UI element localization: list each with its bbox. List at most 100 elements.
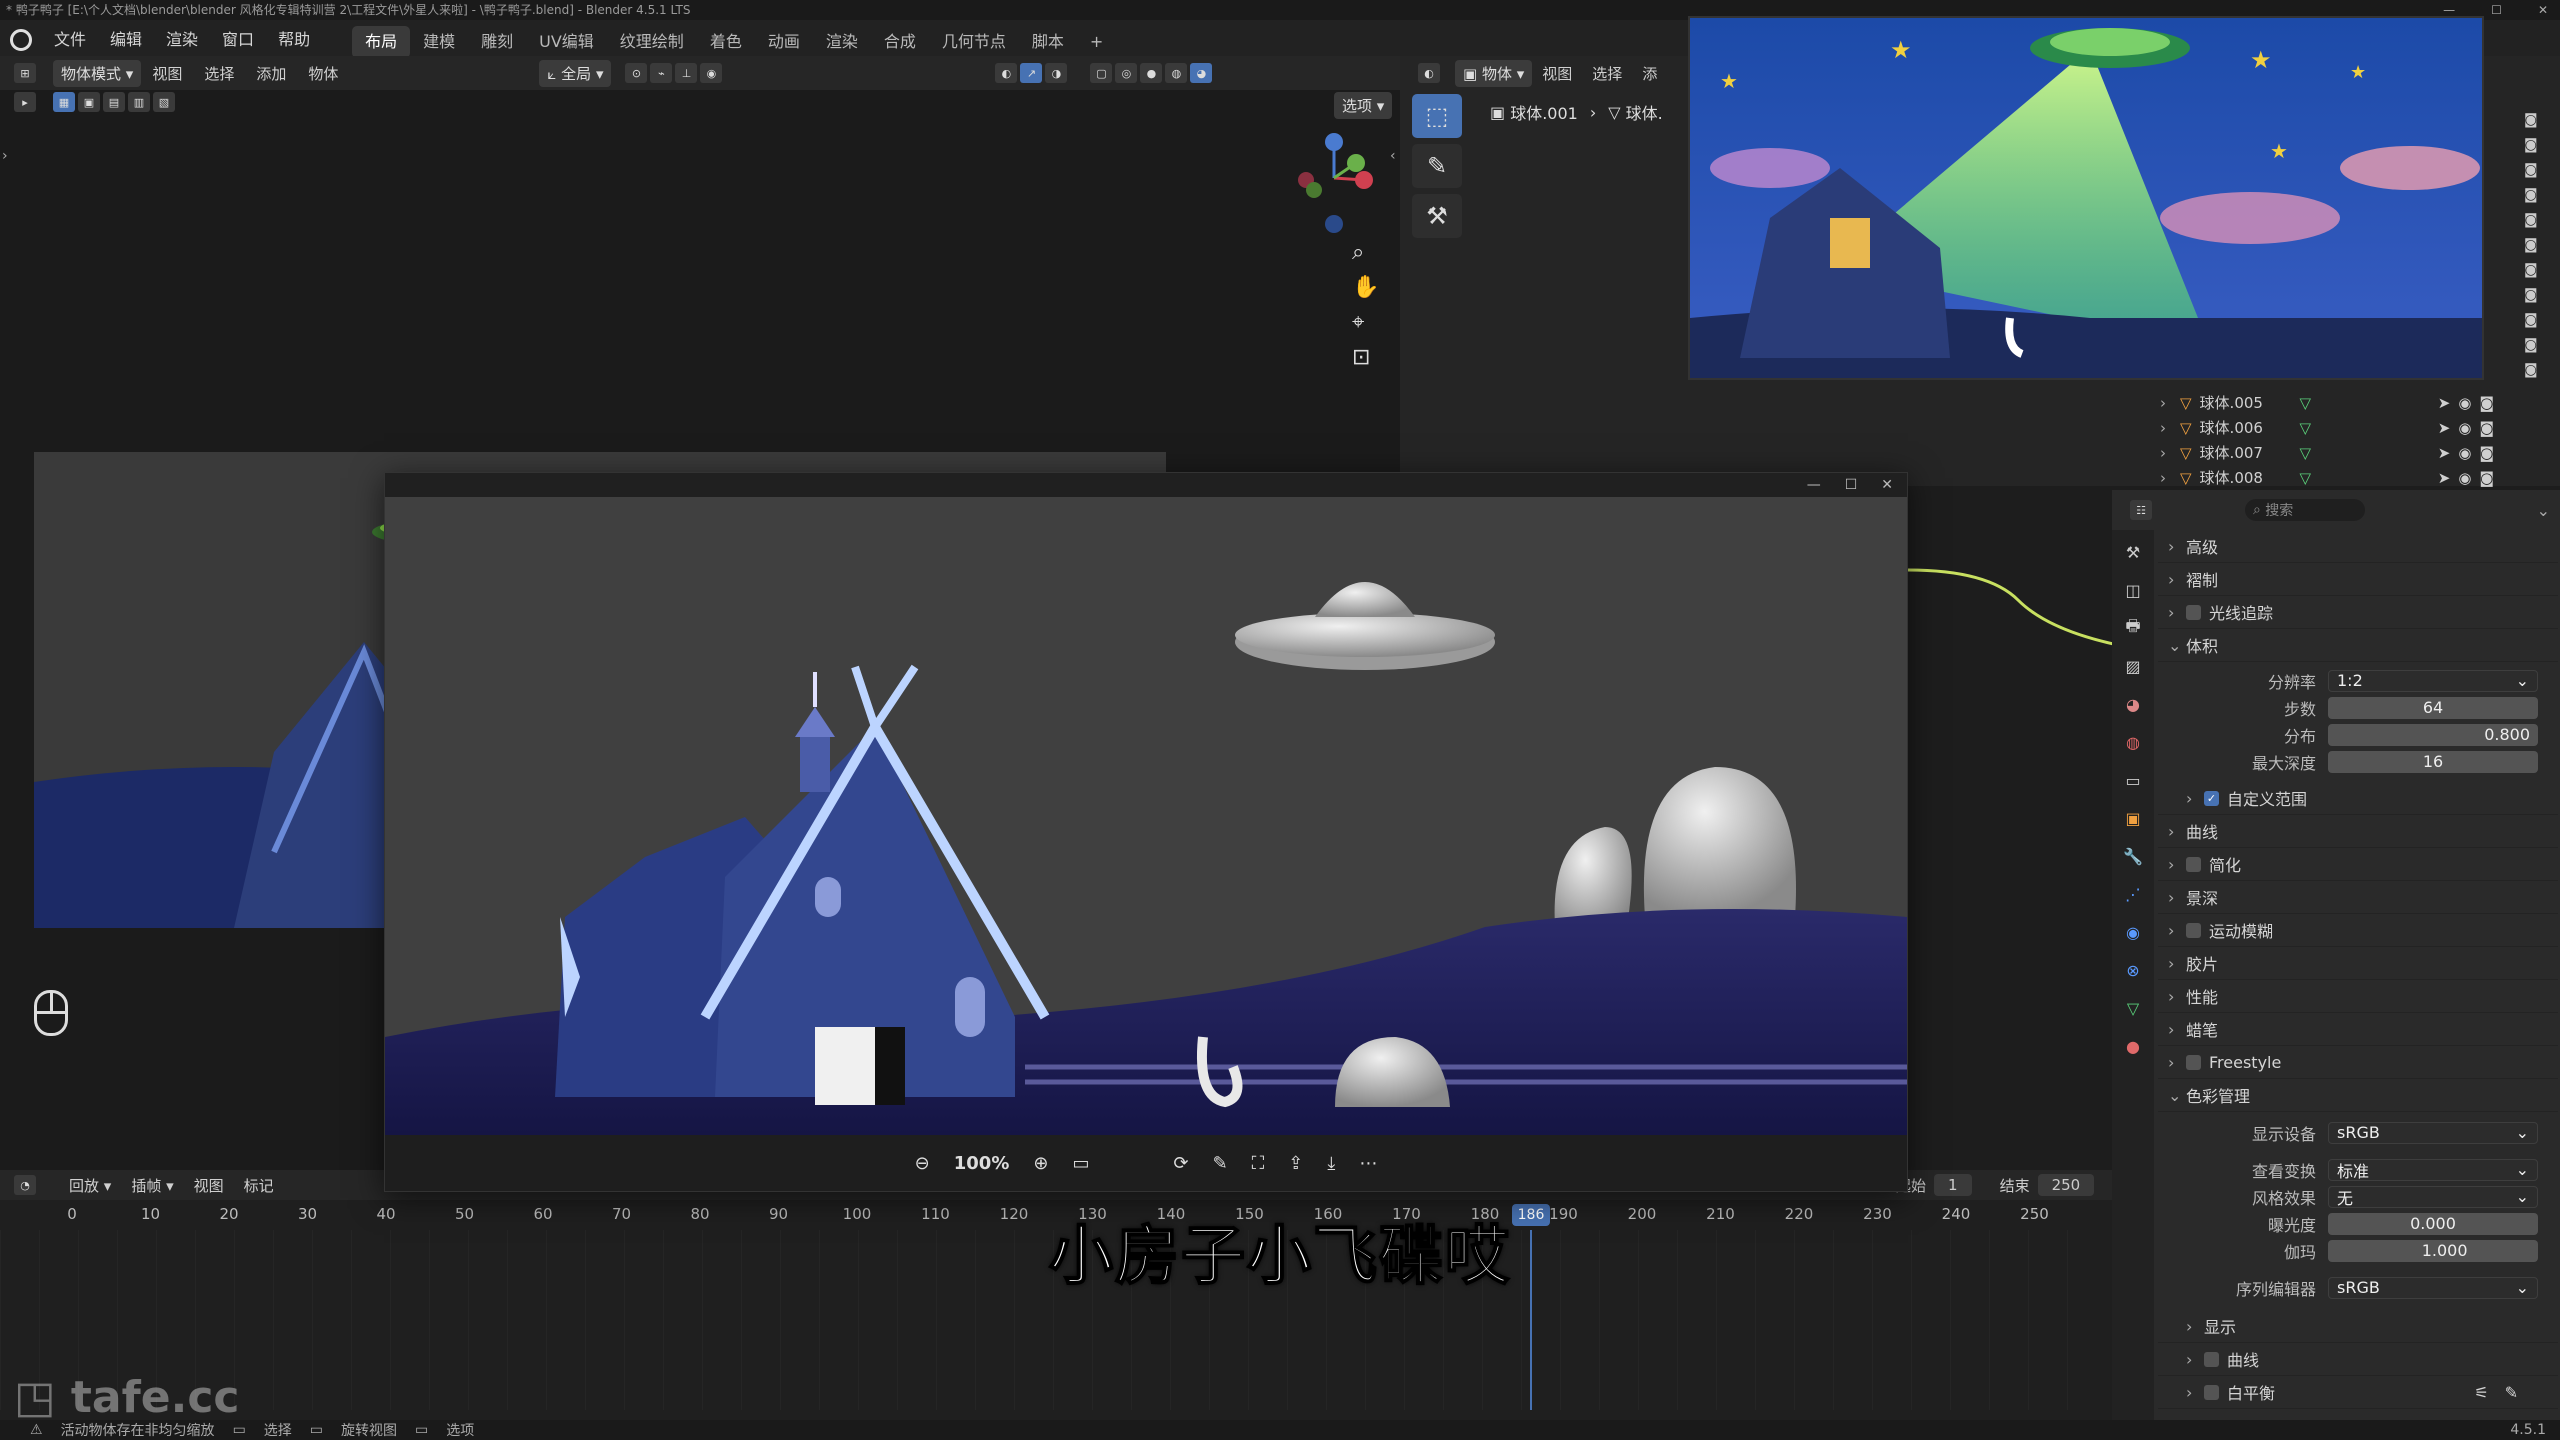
select-tool-icon[interactable]: ▸ <box>14 92 36 112</box>
checkbox[interactable] <box>2186 922 2201 938</box>
chevron-down-icon[interactable]: ⌄ <box>2537 501 2550 520</box>
menu-view-2[interactable]: 视图 <box>1532 63 1582 84</box>
collection-tab-icon[interactable]: ▭ <box>2117 764 2149 796</box>
section-advanced[interactable]: › 高级 <box>2158 530 2558 563</box>
camera-render-icon[interactable]: ◙ <box>2524 362 2550 387</box>
timeline-editor-icon[interactable]: ◔ <box>14 1175 36 1195</box>
menu-keying[interactable]: 插帧 ▾ <box>121 1175 183 1196</box>
zoom-icon[interactable]: ⌕ <box>1352 240 1379 265</box>
tab-layout[interactable]: 布局 <box>352 26 411 58</box>
expand-arrow-icon[interactable]: › <box>2160 419 2166 437</box>
zoom-in-icon[interactable]: ⊕ <box>1033 1153 1048 1174</box>
camera-view-icon[interactable]: ⌖ <box>1352 310 1379 335</box>
mesh-data-icon[interactable]: ▽ <box>2300 419 2312 437</box>
editor-type-icon[interactable]: ⊞ <box>14 63 36 83</box>
menu-window[interactable]: 窗口 <box>210 20 266 60</box>
maximize-button[interactable]: ☐ <box>2491 0 2502 20</box>
checkbox[interactable] <box>2186 856 2201 872</box>
navigation-gizmo[interactable] <box>1284 128 1384 248</box>
camera-render-icon[interactable]: ◙ <box>2524 162 2550 187</box>
snap-target-icon[interactable]: ⊥ <box>675 63 698 83</box>
solid-shading-icon[interactable]: ● <box>1140 63 1163 83</box>
checkbox[interactable] <box>2186 1054 2201 1070</box>
actual-size-icon[interactable]: ▭ <box>1072 1153 1089 1174</box>
zoom-level[interactable]: 100% <box>954 1153 1010 1174</box>
material-shading-icon[interactable]: ◍ <box>1165 63 1188 83</box>
subsection-curves[interactable]: › 曲线 <box>2158 1343 2558 1376</box>
tab-texture-paint[interactable]: 纹理绘制 <box>607 26 697 58</box>
tab-shading[interactable]: 着色 <box>697 26 755 58</box>
visibility-icon[interactable]: ◐ <box>995 63 1018 83</box>
zoom-out-icon[interactable]: ⊖ <box>915 1153 930 1174</box>
menu-edit[interactable]: 编辑 <box>98 20 154 60</box>
subsection-display[interactable]: › 显示 <box>2158 1310 2558 1343</box>
view-layer-tab-icon[interactable]: ▨ <box>2117 650 2149 682</box>
pan-hand-icon[interactable]: ✋ <box>1352 275 1379 300</box>
blender-logo-icon[interactable] <box>10 29 32 51</box>
outliner-row[interactable]: › ▽ 球体.007 ▽ ➤◉◙ <box>2160 440 2550 465</box>
camera-render-icon[interactable]: ◙ <box>2524 287 2550 312</box>
tool-tab-icon[interactable]: ⚒ <box>2117 536 2149 568</box>
section-bake[interactable]: › 褶制 <box>2158 563 2558 596</box>
select-mode-new-icon[interactable]: ▦ <box>53 92 75 112</box>
steps-field[interactable]: 64 <box>2328 696 2538 719</box>
subsection-custom-range[interactable]: › ✓ 自定义范围 <box>2158 782 2558 815</box>
constraints-tab-icon[interactable]: ⊗ <box>2117 954 2149 986</box>
output-tab-icon[interactable]: 🖶 <box>2117 612 2149 644</box>
expand-arrow-icon[interactable]: › <box>2160 469 2166 487</box>
wireframe-shading-icon[interactable]: ◎ <box>1115 63 1138 83</box>
row-toggle-icons[interactable]: ➤◉◙ <box>2438 469 2502 487</box>
menu-file[interactable]: 文件 <box>42 20 98 60</box>
fit-screen-icon[interactable]: ⛶ <box>1252 1153 1265 1174</box>
snap-icon[interactable]: ⌁ <box>650 63 673 83</box>
tab-geometry-nodes[interactable]: 几何节点 <box>929 26 1019 58</box>
section-grease-pencil[interactable]: › 蜡笔 <box>2158 1013 2558 1046</box>
subsection-white-balance[interactable]: › 白平衡 ⚟✎ <box>2158 1376 2558 1409</box>
physics-tab-icon[interactable]: ◉ <box>2117 916 2149 948</box>
camera-render-icon[interactable]: ◙ <box>2524 312 2550 337</box>
row-toggle-icons[interactable]: ➤◉◙ <box>2438 444 2502 462</box>
section-dof[interactable]: › 景深 <box>2158 881 2558 914</box>
breadcrumb-object[interactable]: 球体.001 <box>1510 100 1578 124</box>
gizmo-toggle-icon[interactable]: ↗ <box>1020 63 1043 83</box>
checkbox[interactable] <box>2204 1351 2219 1367</box>
material-tab-icon[interactable]: ● <box>2117 1030 2149 1062</box>
menu-select-2[interactable]: 选择 <box>1582 63 1632 84</box>
measure-icon[interactable]: ⚒ <box>1412 194 1462 238</box>
select-mode-invert-icon[interactable]: ▥ <box>128 92 150 112</box>
viewer-close-button[interactable]: ✕ <box>1881 473 1893 497</box>
display-device-dropdown[interactable]: sRGB ⌄ <box>2328 1121 2538 1144</box>
editor-type-icon-3[interactable]: ☷ <box>2130 500 2152 520</box>
camera-render-icon[interactable]: ◙ <box>2524 137 2550 162</box>
select-mode-extend-icon[interactable]: ▣ <box>78 92 100 112</box>
rotate-icon[interactable]: ⟳ <box>1173 1153 1188 1174</box>
section-volume[interactable]: ⌄ 体积 <box>2158 629 2558 662</box>
start-frame-field[interactable]: 1 <box>1934 1174 1972 1196</box>
menu-help[interactable]: 帮助 <box>266 20 322 60</box>
outliner-row[interactable]: › ▽ 球体.006 ▽ ➤◉◙ <box>2160 415 2550 440</box>
section-raytracing[interactable]: › 光线追踪 <box>2158 596 2558 629</box>
particles-tab-icon[interactable]: ⋰ <box>2117 878 2149 910</box>
select-cursor-icon[interactable]: ⬚ <box>1412 94 1462 138</box>
checkbox-checked[interactable]: ✓ <box>2204 790 2219 806</box>
tab-compositing[interactable]: 合成 <box>871 26 929 58</box>
menu-add-2[interactable]: 添 <box>1632 63 1667 84</box>
camera-render-icon[interactable]: ◙ <box>2524 237 2550 262</box>
transform-orientation-dropdown[interactable]: ⟀ 全局 ▾ <box>539 59 612 87</box>
section-simplify[interactable]: › 简化 <box>2158 848 2558 881</box>
resolution-dropdown[interactable]: 1:2 ⌄ <box>2328 669 2538 692</box>
viewport-options-dropdown[interactable]: 选项 ▾ <box>1334 92 1393 119</box>
object-mode-dropdown[interactable]: 物体模式 ▾ <box>53 59 142 87</box>
modifier-tab-icon[interactable]: 🔧 <box>2117 840 2149 872</box>
properties-search-input[interactable]: ⌕ 搜索 <box>2245 499 2365 521</box>
pivot-icon[interactable]: ⊙ <box>625 63 648 83</box>
distribution-slider[interactable]: 0.800 <box>2328 723 2538 746</box>
row-toggle-icons[interactable]: ➤◉◙ <box>2438 419 2502 437</box>
tab-animation[interactable]: 动画 <box>755 26 813 58</box>
eyedropper-icon[interactable]: ⚟✎ <box>2474 1383 2534 1402</box>
overlay-icon[interactable]: ◑ <box>1045 63 1068 83</box>
max-depth-field[interactable]: 16 <box>2328 750 2538 773</box>
mesh-data-icon[interactable]: ▽ <box>2300 444 2312 462</box>
menu-add[interactable]: 添加 <box>245 63 297 84</box>
tab-uv-editing[interactable]: UV编辑 <box>526 26 607 58</box>
